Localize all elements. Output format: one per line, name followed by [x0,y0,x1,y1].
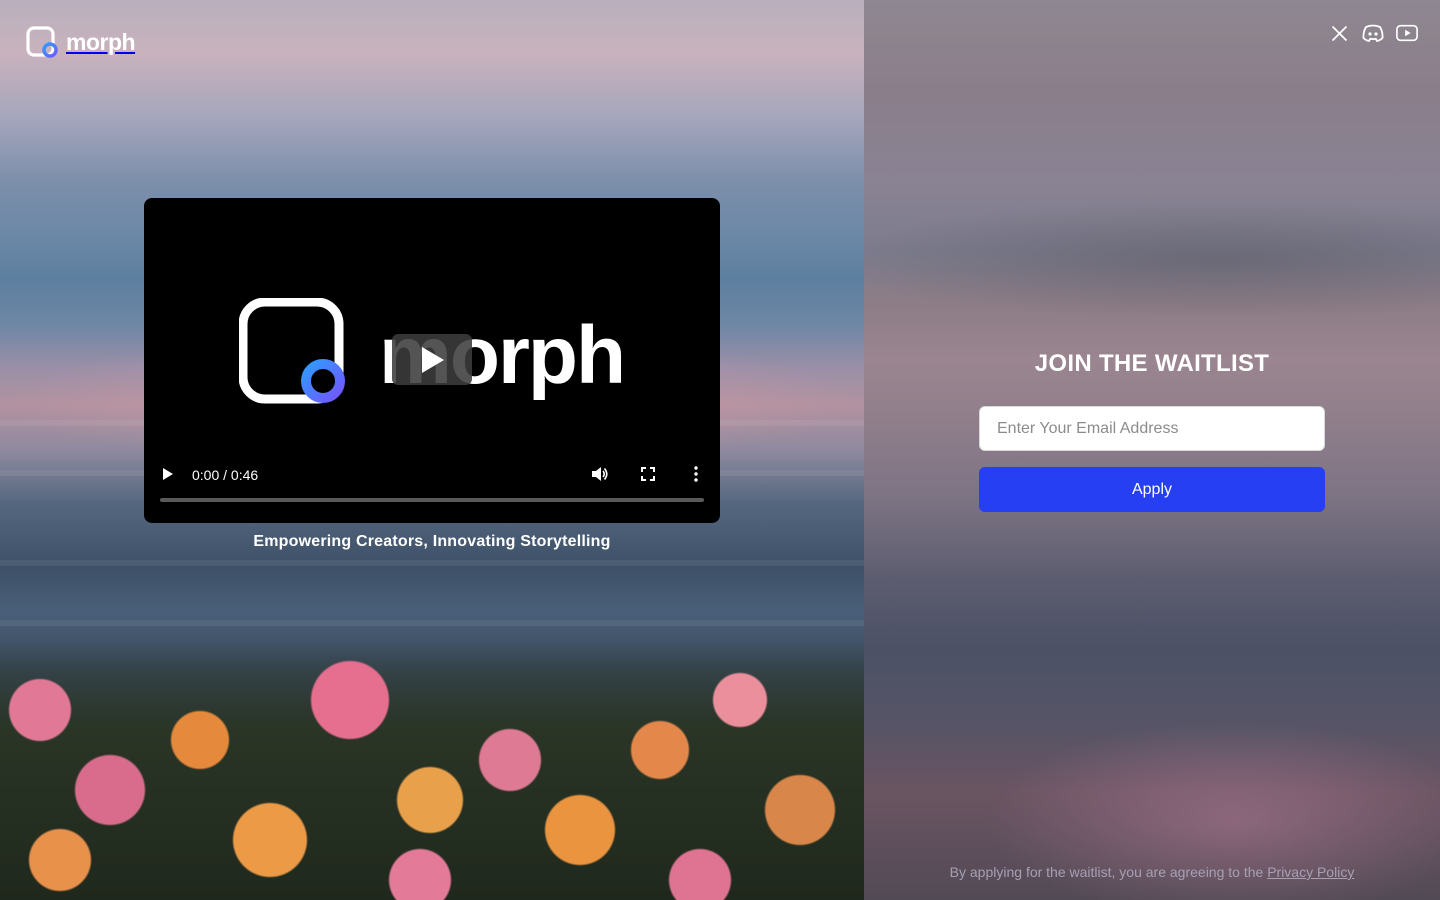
fullscreen-icon [641,467,655,481]
x-link[interactable] [1328,22,1350,44]
wave-band [0,560,864,566]
video-player[interactable]: morph 0:00 / 0:46 [144,198,720,523]
play-icon [163,468,173,480]
fullscreen-button[interactable] [638,464,658,484]
video-progress-bar[interactable] [160,498,704,502]
more-options-button[interactable] [686,464,706,484]
apply-button[interactable]: Apply [979,467,1325,512]
time-display: 0:00 / 0:46 [192,467,259,483]
social-links [1328,22,1418,44]
volume-button[interactable] [589,464,611,484]
tagline: Empowering Creators, Innovating Storytel… [253,533,611,550]
brand-logo[interactable]: morph [26,26,136,58]
poster-logo-icon [238,297,349,413]
more-options-icon [694,466,698,482]
flower-foreground [0,640,864,900]
big-play-button[interactable] [392,334,472,385]
play-icon [422,346,444,373]
legal-notice: By applying for the waitlist, you are ag… [864,864,1440,880]
youtube-link[interactable] [1396,22,1418,44]
brand-name: morph [66,28,136,55]
volume-icon [592,467,608,481]
discord-icon [1362,24,1384,42]
discord-link[interactable] [1362,22,1384,44]
waitlist-panel: JOIN THE WAITLIST Apply By applying for … [864,0,1440,900]
hero-section: morph morph 0:00 / 0:46 Empowering Creat… [0,0,864,900]
x-icon [1331,25,1347,41]
legal-text: By applying for the waitlist, you are ag… [949,864,1268,880]
morph-logo-icon [26,26,58,58]
waitlist-title: JOIN THE WAITLIST [1034,350,1270,377]
background-blur [864,200,1440,320]
email-field[interactable] [979,406,1325,451]
youtube-icon [1396,24,1418,42]
play-button[interactable] [158,464,178,484]
wave-band [0,620,864,626]
privacy-policy-link[interactable]: Privacy Policy [1267,864,1354,880]
